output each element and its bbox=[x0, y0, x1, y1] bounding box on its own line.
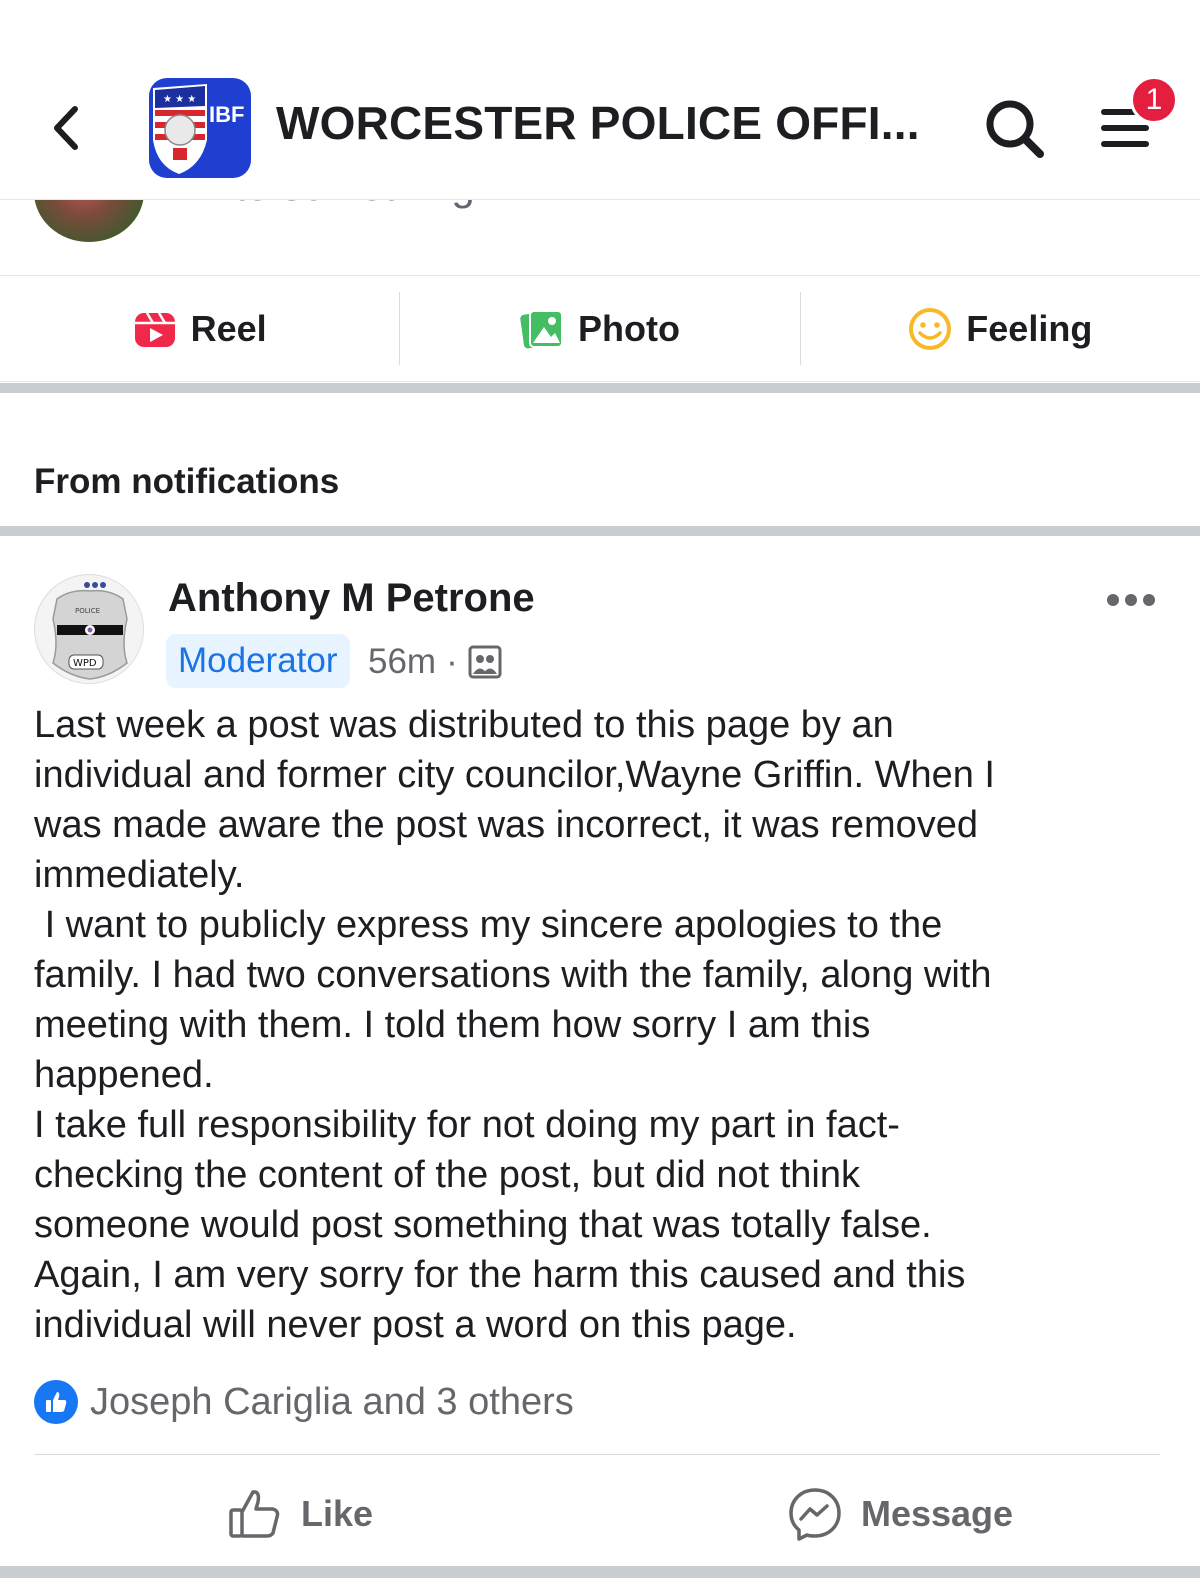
avatar-badge-bottom: WPD bbox=[73, 658, 97, 669]
more-options-button[interactable] bbox=[1106, 590, 1156, 610]
group-title[interactable]: WORCESTER POLICE OFFI... bbox=[276, 96, 926, 150]
post-body: Last week a post was distributed to this… bbox=[34, 704, 995, 1346]
reel-button[interactable]: Reel bbox=[0, 276, 399, 381]
svg-text:★ ★ ★: ★ ★ ★ bbox=[163, 94, 196, 105]
group-logo-text: IBF bbox=[209, 102, 245, 127]
post-actions: Like Message bbox=[0, 1466, 1200, 1562]
feeling-label: Feeling bbox=[966, 307, 1093, 349]
moderator-badge: Moderator bbox=[166, 634, 350, 688]
chevron-left-icon bbox=[54, 106, 78, 150]
post-composer[interactable]: Write something... bbox=[0, 200, 1200, 276]
section-separator bbox=[0, 383, 1200, 393]
notification-badge: 1 bbox=[1130, 76, 1178, 124]
post-time[interactable]: 56m bbox=[368, 642, 436, 682]
messenger-icon bbox=[789, 1488, 841, 1541]
back-button[interactable] bbox=[44, 100, 88, 156]
photo-icon bbox=[520, 309, 563, 348]
police-badge-icon: POLICE WPD bbox=[36, 576, 143, 683]
meta-separator: · bbox=[446, 642, 458, 681]
more-dots-icon bbox=[1107, 594, 1155, 606]
photo-label: Photo bbox=[578, 307, 680, 349]
section-separator bbox=[0, 526, 1200, 536]
like-reaction-icon bbox=[34, 1380, 78, 1424]
feeling-icon bbox=[909, 307, 952, 350]
post-meta: 56m · bbox=[368, 642, 502, 682]
author-avatar[interactable]: POLICE WPD bbox=[34, 574, 144, 684]
reel-icon bbox=[134, 311, 175, 347]
feeling-button[interactable]: Feeling bbox=[801, 276, 1200, 381]
message-button[interactable]: Message bbox=[600, 1466, 1200, 1562]
shield-logo-icon: ★ ★ ★ bbox=[153, 84, 207, 174]
thumbs-up-icon bbox=[229, 1490, 280, 1538]
user-avatar bbox=[34, 200, 144, 242]
composer-placeholder[interactable]: Write something... bbox=[172, 200, 510, 210]
group-header: ★ ★ ★ IBF WORCESTER POLICE OFFI... 1 bbox=[0, 0, 1200, 200]
search-button[interactable] bbox=[982, 96, 1048, 162]
reel-label: Reel bbox=[190, 307, 267, 349]
photo-button[interactable]: Photo bbox=[400, 276, 799, 381]
section-label: From notifications bbox=[34, 462, 340, 501]
like-button[interactable]: Like bbox=[0, 1466, 600, 1562]
post-footer-divider bbox=[34, 1454, 1160, 1455]
feed-separator bbox=[0, 1566, 1200, 1578]
message-label: Message bbox=[860, 1493, 1014, 1534]
search-icon bbox=[986, 100, 1044, 158]
group-audience-icon bbox=[468, 645, 502, 679]
composer-actions: Reel Photo Feeling bbox=[0, 276, 1200, 382]
group-logo[interactable]: ★ ★ ★ IBF bbox=[149, 78, 251, 178]
post-author[interactable]: Anthony M Petrone bbox=[168, 576, 535, 621]
reactions-text: Joseph Cariglia and 3 others bbox=[90, 1380, 574, 1423]
like-label: Like bbox=[300, 1493, 374, 1534]
avatar-badge-top: POLICE bbox=[75, 607, 100, 615]
reactions-summary[interactable]: Joseph Cariglia and 3 others bbox=[34, 1380, 574, 1424]
